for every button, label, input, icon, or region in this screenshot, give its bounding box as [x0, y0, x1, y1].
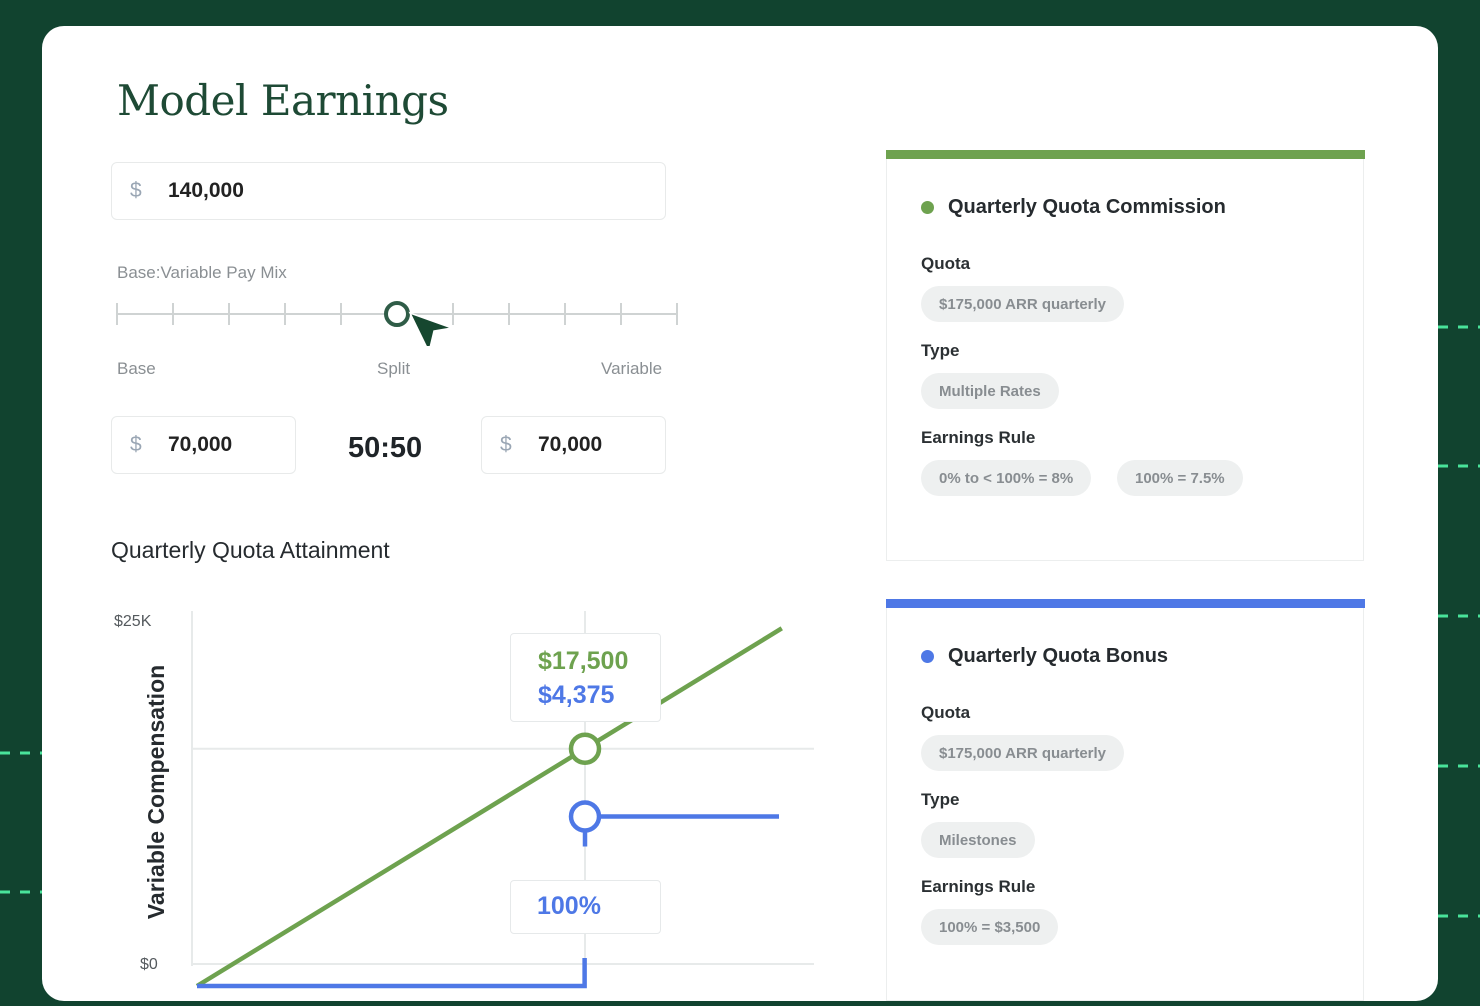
pay-mix-slider[interactable]	[42, 286, 682, 346]
chart-tooltip-values: $17,500 $4,375	[510, 633, 661, 722]
quota-label: Quota	[921, 254, 971, 273]
plan-card-bonus: Quarterly Quota Bonus Quota $175,000 ARR…	[885, 599, 1365, 1001]
type-chip: Milestones	[921, 822, 1035, 858]
earnings-rule-chip: 100% = 7.5%	[1117, 460, 1243, 496]
base-currency-symbol: $	[130, 433, 142, 456]
series-line-commission	[195, 626, 783, 988]
background-dash-left-2	[0, 890, 42, 894]
variable-pay-input[interactable]: $ 70,000	[481, 416, 666, 474]
variable-pay-value: 70,000	[538, 433, 603, 456]
slider-handle[interactable]	[384, 301, 410, 327]
attainment-chart: $25K $0 Variable Compensation	[114, 611, 814, 989]
plan-title: Quarterly Quota Commission	[921, 196, 1226, 219]
background-dash-right-4	[1438, 764, 1480, 768]
salary-currency-symbol: $	[130, 179, 142, 202]
marker-point-commission[interactable]	[568, 732, 602, 765]
quota-label: Quota	[921, 703, 971, 722]
background-dash-right-3	[1438, 614, 1480, 618]
background-dash-right-1	[1438, 325, 1480, 329]
tooltip-bonus-value: $4,375	[538, 681, 615, 709]
pay-mix-label: Base:Variable Pay Mix	[117, 263, 287, 282]
tooltip-commission-value: $17,500	[538, 647, 629, 675]
earnings-rule-chip: 0% to < 100% = 8%	[921, 460, 1092, 496]
plan-card-commission: Quarterly Quota Commission Quota $175,00…	[885, 150, 1365, 561]
earnings-rule-chip: 100% = $3,500	[921, 909, 1059, 945]
salary-value: 140,000	[168, 179, 244, 202]
cursor-pointer-icon	[408, 311, 455, 346]
type-chip: Multiple Rates	[921, 373, 1059, 409]
plan-card-accent-bar	[885, 150, 1365, 159]
y-axis-label: Variable Compensation	[143, 665, 169, 919]
quota-chip: $175,000 ARR quarterly	[921, 286, 1125, 322]
slider-label-split: Split	[377, 359, 411, 378]
model-earnings-card: Model Earnings $ 140,000 Base:Variable P…	[42, 26, 1438, 1001]
variable-currency-symbol: $	[500, 433, 512, 456]
slider-label-variable: Variable	[601, 359, 663, 378]
plan-color-dot	[921, 650, 934, 663]
plan-title: Quarterly Quota Bonus	[921, 645, 1168, 668]
slider-label-base: Base	[117, 359, 156, 378]
type-label: Type	[921, 790, 960, 809]
earnings-rule-label: Earnings Rule	[921, 428, 1036, 447]
marker-point-bonus[interactable]	[568, 800, 602, 833]
chart-tooltip-attainment: 100%	[510, 880, 661, 934]
background-dash-right-5	[1438, 914, 1480, 918]
salary-input[interactable]: $ 140,000	[111, 162, 666, 220]
background-dash-left-1	[0, 751, 42, 755]
plan-title-text: Quarterly Quota Commission	[948, 196, 1226, 218]
page-title: Model Earnings	[117, 76, 449, 125]
pay-mix-ratio: 50:50	[348, 432, 423, 464]
tooltip-attainment-value: 100%	[537, 892, 601, 920]
y-tick-label-max: $25K	[114, 613, 152, 630]
attainment-chart-title: Quarterly Quota Attainment	[111, 537, 390, 563]
quota-chip: $175,000 ARR quarterly	[921, 735, 1125, 771]
earnings-rule-label: Earnings Rule	[921, 877, 1036, 896]
plan-title-text: Quarterly Quota Bonus	[948, 645, 1169, 667]
series-line-bonus	[197, 958, 587, 989]
type-label: Type	[921, 341, 960, 360]
plan-color-dot	[921, 201, 934, 214]
background-dash-right-2	[1438, 464, 1480, 468]
y-tick-label-zero: $0	[140, 956, 158, 973]
base-pay-value: 70,000	[168, 433, 233, 456]
plan-card-accent-bar	[885, 599, 1365, 608]
base-pay-input[interactable]: $ 70,000	[111, 416, 296, 474]
